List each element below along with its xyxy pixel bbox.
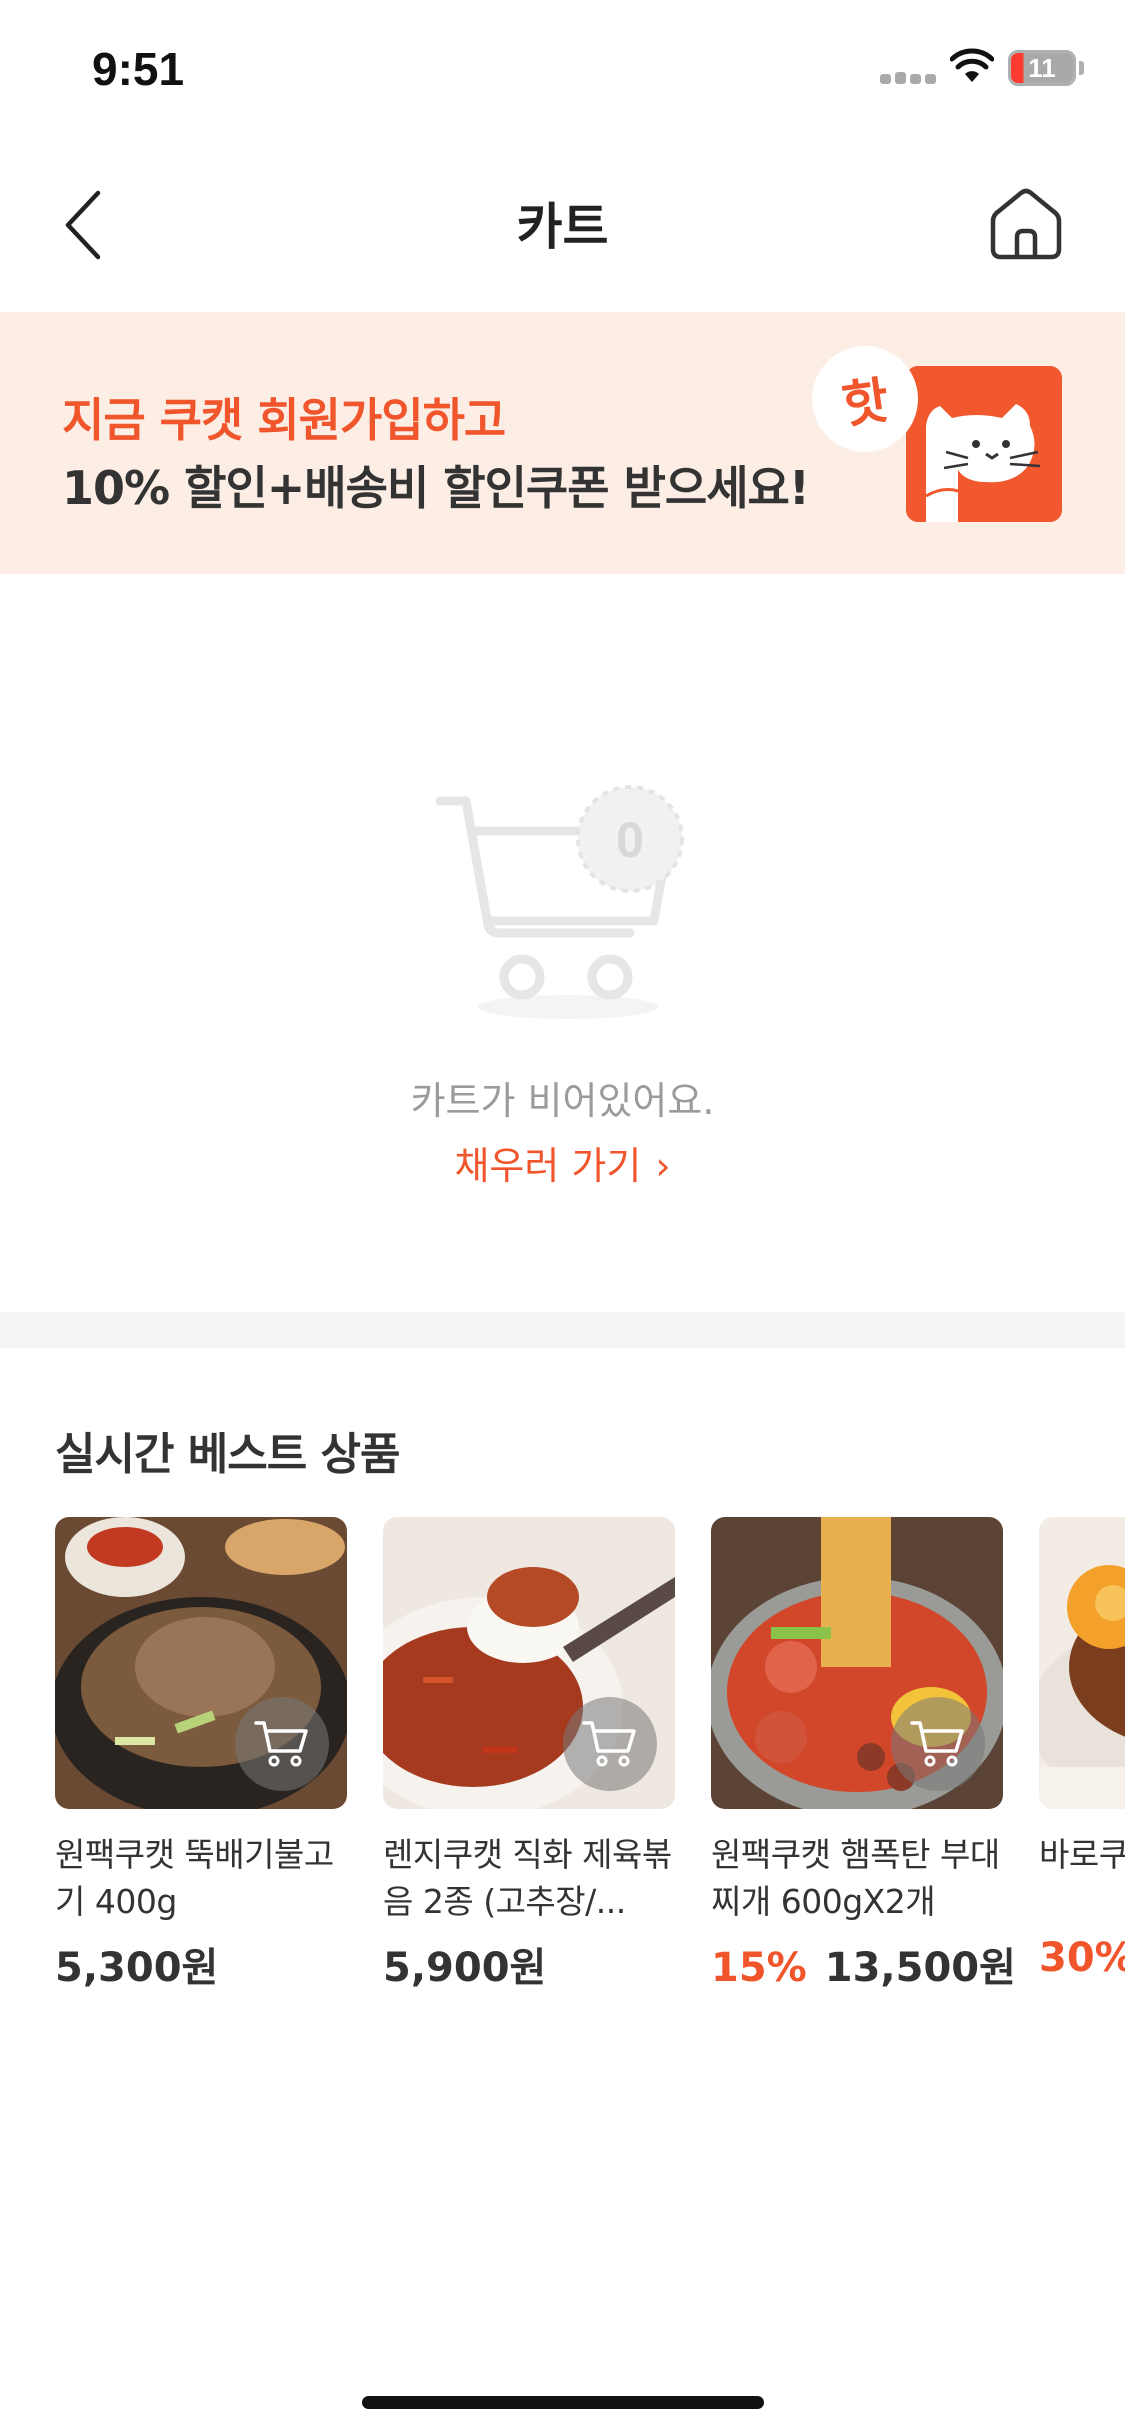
product-image [383, 1517, 675, 1809]
product-name: 렌지쿠캣 직화 제육볶음 2종 (고추장/... [383, 1835, 672, 1921]
product-price: 5,300원 [55, 1945, 219, 1991]
promo-headline: 지금 쿠캣 회원가입하고 [62, 393, 506, 447]
product-name: 원팩쿠캣 햄폭탄 부대찌개 600gX2개 [711, 1835, 1000, 1921]
product-name: 원팩쿠캣 뚝배기불고기 400g [55, 1835, 334, 1921]
product-card[interactable]: 원팩쿠캣 뚝배기불고기 400g 5,300원 [55, 1517, 347, 1997]
cat-mascot-icon [906, 366, 1062, 522]
discount-rate: 15% [711, 1945, 807, 1991]
status-time: 9:51 [92, 43, 185, 95]
product-card[interactable]: 렌지쿠캣 직화 제육볶음 2종 (고추장/... 5,900원 [383, 1517, 675, 1997]
product-name: 바로쿠 종 (간 [1039, 1835, 1125, 1874]
product-image [55, 1517, 347, 1809]
product-price: 13,500원 [824, 1945, 1016, 1991]
signup-promo-banner[interactable]: 지금 쿠캣 회원가입하고 10% 할인+배송비 할인쿠폰 받으세요! 핫 [0, 312, 1125, 574]
cart-icon [254, 1721, 308, 1767]
best-products-carousel[interactable]: 원팩쿠캣 뚝배기불고기 400g 5,300원 렌지쿠캣 직화 제육볶음 2종 … [55, 1517, 1125, 2007]
home-button[interactable] [985, 183, 1067, 265]
cart-icon [910, 1721, 964, 1767]
cart-count: 0 [616, 812, 644, 868]
promo-subline: 10% 할인+배송비 할인쿠폰 받으세요! [62, 461, 810, 515]
product-price: 5,900원 [383, 1945, 547, 1991]
price-row: 15% 13,500원 [711, 1935, 1016, 1993]
product-image [1039, 1517, 1125, 1809]
status-bar: 9:51 11 [0, 0, 1125, 135]
price-row: 30% [1039, 1935, 1125, 1981]
battery-level: 11 [1011, 53, 1073, 83]
empty-cart-icon: 0 [435, 785, 684, 1019]
wifi-icon [950, 48, 994, 82]
price-row: 5,900원 [383, 1935, 675, 1993]
product-card[interactable]: 바로쿠 종 (간 30% [1039, 1517, 1125, 1997]
fill-cart-link[interactable]: 채우러 가기 › [0, 1135, 1125, 1190]
price-row: 5,300원 [55, 1935, 347, 1993]
discount-rate: 30% [1039, 1935, 1125, 1981]
page-title: 카트 [516, 198, 609, 256]
add-to-cart-button[interactable] [235, 1697, 329, 1791]
product-card[interactable]: 원팩쿠캣 햄폭탄 부대찌개 600gX2개 15% 13,500원 [711, 1517, 1016, 1997]
nav-bar: 카트 [0, 135, 1125, 310]
add-to-cart-button[interactable] [891, 1697, 985, 1791]
section-divider [0, 1312, 1125, 1348]
home-icon [990, 188, 1062, 260]
chevron-right-icon: › [655, 1144, 671, 1188]
product-image [711, 1517, 1003, 1809]
home-indicator[interactable] [362, 2396, 764, 2409]
empty-cart-message: 카트가 비어있어요. [410, 1079, 715, 1123]
cart-icon [582, 1721, 636, 1767]
fill-cart-label: 채우러 가기 [454, 1144, 642, 1188]
cellular-signal-icon [880, 62, 936, 84]
battery-icon: 11 [1008, 50, 1076, 86]
battery-cap [1079, 61, 1084, 75]
best-products-title: 실시간 베스트 상품 [55, 1429, 400, 1480]
add-to-cart-button[interactable] [563, 1697, 657, 1791]
cart-screen: 9:51 11 카트 지금 쿠캣 회원가입하고 10% 할인+배송비 할인쿠폰 … [0, 0, 1125, 2436]
